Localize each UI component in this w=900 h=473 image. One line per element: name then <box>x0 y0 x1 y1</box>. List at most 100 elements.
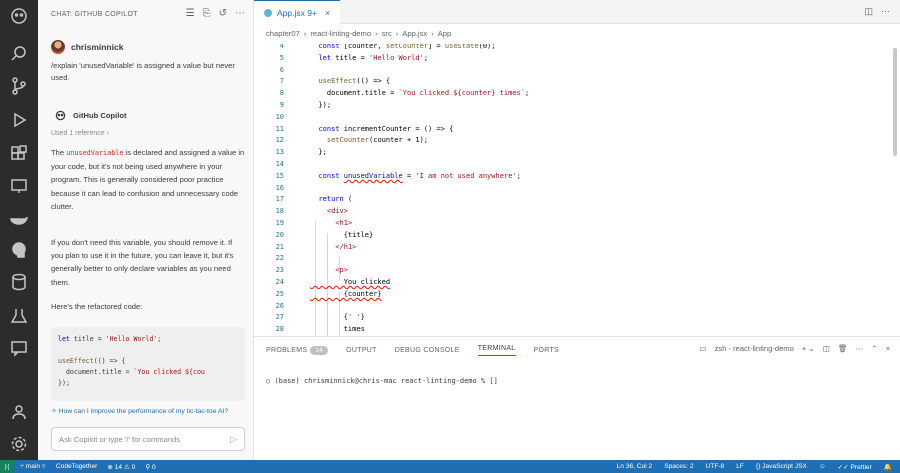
ports-status[interactable]: ⚲ 0 <box>145 463 155 471</box>
tab-output[interactable]: OUTPUT <box>346 347 377 354</box>
breadcrumb-separator: › <box>431 29 434 38</box>
remote-explorer-icon[interactable] <box>9 176 29 196</box>
more-actions-icon[interactable]: ⋯ <box>235 8 245 19</box>
code-line[interactable]: 7 useEffect(() => { <box>254 76 900 88</box>
code-line[interactable]: 19 <h1> <box>254 218 900 230</box>
breadcrumb-item[interactable]: react-linting-demo <box>310 29 371 38</box>
breadcrumb-item[interactable]: App <box>438 29 452 38</box>
code-line[interactable]: 26 <box>254 301 900 313</box>
chat-input[interactable]: Ask Copilot or type '/' for commands ▷ <box>51 427 245 451</box>
code-line[interactable]: 4 const [counter, setCounter] = useState… <box>254 44 900 53</box>
notifications-bell-icon[interactable]: 🔔 <box>884 463 892 471</box>
code-editor[interactable]: 4 const [counter, setCounter] = useState… <box>254 44 900 336</box>
user-message-header: chrisminnick <box>51 40 123 54</box>
settings-gear-icon[interactable] <box>9 434 29 454</box>
line-content: useEffect(() => { <box>318 77 391 86</box>
split-editor-icon[interactable]: ◫ <box>864 6 873 17</box>
line-content: times <box>310 325 365 334</box>
code-line[interactable]: 15 const unusedVariable = 'I am not used… <box>254 171 900 183</box>
indentation[interactable]: Spaces: 2 <box>664 463 693 470</box>
testing-icon[interactable] <box>9 306 29 326</box>
account-icon[interactable] <box>9 402 29 422</box>
close-panel-icon[interactable]: × <box>886 344 890 353</box>
code-line[interactable]: 10 <box>254 112 900 124</box>
code-line[interactable]: 13 }; <box>254 147 900 159</box>
tab-problems[interactable]: PROBLEMS 14 <box>266 346 329 355</box>
search-icon[interactable] <box>9 44 29 64</box>
copilot-chat-icon[interactable] <box>9 240 29 260</box>
language-mode[interactable]: {} JavaScript JSX <box>756 463 807 470</box>
close-icon[interactable]: × <box>325 8 330 18</box>
chat-panel-icon[interactable] <box>9 338 29 358</box>
tab-debug-console[interactable]: DEBUG CONSOLE <box>395 347 460 354</box>
remote-indicator-icon[interactable]: ⟩⟨ <box>0 460 14 473</box>
code-line[interactable]: 11 const incrementCounter = () => { <box>254 124 900 136</box>
database-icon[interactable] <box>9 272 29 292</box>
git-branch[interactable]: ⑂ main ⟳ <box>20 463 46 471</box>
code-line[interactable]: 21 </h1> <box>254 242 900 254</box>
docker-icon[interactable] <box>9 208 29 228</box>
code-line[interactable]: 24 You clicked <box>254 277 900 289</box>
copilot-icon <box>55 110 66 121</box>
line-number: 24 <box>275 278 284 286</box>
trash-icon[interactable]: 🗑 <box>838 344 848 353</box>
code-line[interactable]: 22 <box>254 253 900 265</box>
more-actions-icon[interactable]: ⋯ <box>856 344 864 353</box>
code-line[interactable]: 9 }); <box>254 100 900 112</box>
run-debug-icon[interactable] <box>9 110 29 130</box>
line-number: 10 <box>275 112 284 121</box>
ports-icon: ⚲ <box>145 463 152 471</box>
copilot-icon[interactable] <box>9 6 29 26</box>
tab-ports[interactable]: PORTS <box>534 347 560 354</box>
code-line[interactable]: 27 {' '} <box>254 312 900 324</box>
new-chat-icon[interactable]: ⎘ <box>203 8 211 19</box>
end-of-line[interactable]: LF <box>736 463 744 470</box>
line-number: 18 <box>275 207 284 216</box>
code-line[interactable]: 23 <p> <box>254 265 900 277</box>
breadcrumb-item[interactable]: chapter07 <box>266 29 300 38</box>
chat-header-actions: ☰ ⎘ ↺ ⋯ <box>186 8 245 19</box>
history-list-icon[interactable]: ☰ <box>186 8 195 19</box>
send-icon[interactable]: ▷ <box>230 434 237 445</box>
breadcrumb-item[interactable]: src <box>382 29 392 38</box>
response-paragraph: The unusedVariable is declared and assig… <box>51 148 245 211</box>
problems-status[interactable]: ⊗ 14 ⚠ 0 <box>107 463 135 471</box>
codetogether-status[interactable]: CodeTogether <box>56 463 97 471</box>
clear-history-icon[interactable]: ↺ <box>219 8 227 19</box>
code-block[interactable]: let title = 'Hello World'; useEffect(() … <box>51 327 245 401</box>
code-line[interactable]: 28 times <box>254 324 900 336</box>
used-references[interactable]: Used 1 reference › <box>51 130 109 137</box>
code-line[interactable]: 14 <box>254 159 900 171</box>
code-line[interactable]: 16 <box>254 183 900 195</box>
encoding[interactable]: UTF-8 <box>706 463 725 470</box>
code-line[interactable]: 18 <div> <box>254 206 900 218</box>
code-line[interactable]: 6 <box>254 65 900 77</box>
terminal-name[interactable]: zsh - react-linting-demo <box>715 344 794 353</box>
line-number: 6 <box>279 65 284 74</box>
terminal-prompt[interactable]: ○ (base) chrisminnick@chris-mac react-li… <box>266 377 498 385</box>
line-number: 11 <box>275 124 284 133</box>
tab-app-jsx[interactable]: App.jsx 9+ × <box>254 0 341 24</box>
more-actions-icon[interactable]: ⋯ <box>881 6 890 17</box>
code-line[interactable]: 12 setCounter(counter + 1); <box>254 135 900 147</box>
scrollbar-thumb[interactable] <box>893 48 897 156</box>
code-line[interactable]: 20 {title} <box>254 230 900 242</box>
cursor-position[interactable]: Ln 36, Col 2 <box>617 463 653 470</box>
code-line[interactable]: 25 {counter} <box>254 289 900 301</box>
followup-suggestion[interactable]: ✧ How can I improve the performance of m… <box>51 407 247 417</box>
code-line[interactable]: 5 let title = 'Hello World'; <box>254 53 900 65</box>
source-control-icon[interactable] <box>9 76 29 96</box>
code-line[interactable]: 8 document.title = `You clicked ${counte… <box>254 88 900 100</box>
extensions-icon[interactable] <box>9 144 29 164</box>
prettier-status[interactable]: ✓✓ Prettier <box>838 463 872 471</box>
breadcrumb-separator: › <box>395 29 399 38</box>
maximize-panel-icon[interactable]: ⌃ <box>871 344 877 353</box>
tab-terminal[interactable]: TERMINAL <box>477 345 516 356</box>
line-content: }); <box>310 101 332 109</box>
split-terminal-icon[interactable]: ◫ <box>823 344 830 353</box>
problems-count-badge: 14 <box>310 346 329 355</box>
new-terminal-icon[interactable]: + ⌄ <box>802 344 815 353</box>
copilot-status-icon[interactable]: ☺ <box>819 463 826 470</box>
breadcrumb-item[interactable]: App.jsx <box>402 29 427 38</box>
code-line[interactable]: 17 return ( <box>254 194 900 206</box>
